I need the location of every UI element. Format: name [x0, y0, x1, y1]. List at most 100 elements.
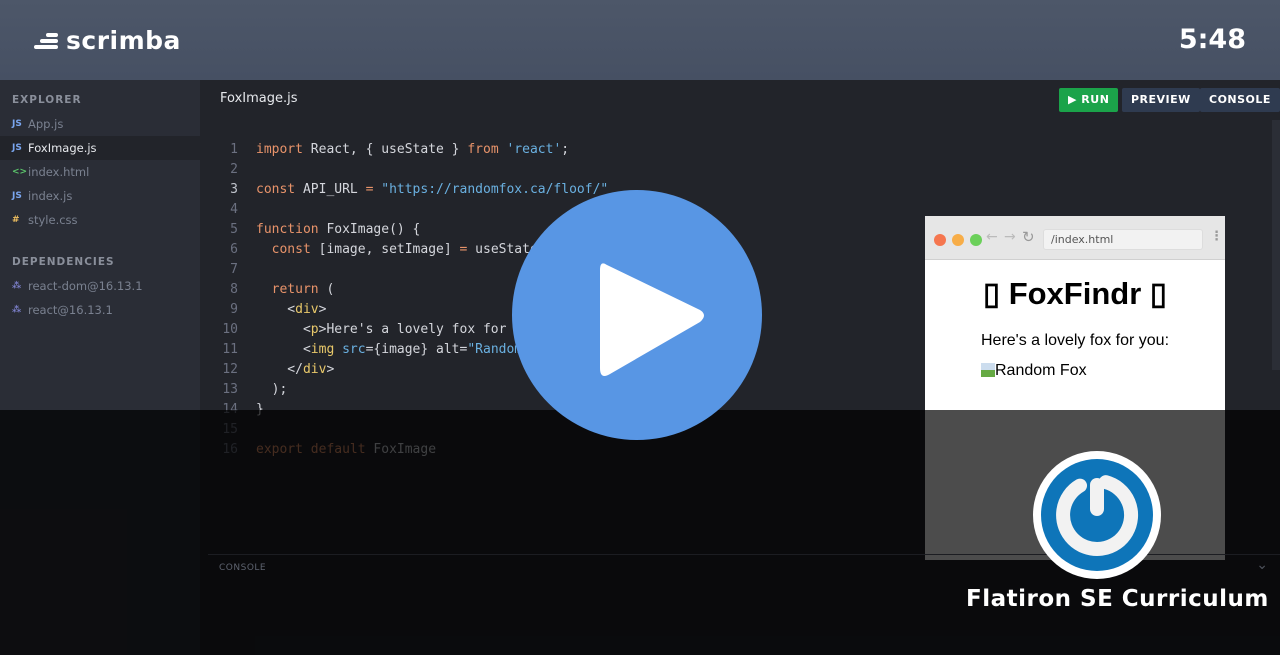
- dependency-item[interactable]: ⁂ react@16.13.1: [0, 298, 200, 322]
- flatiron-logo-icon: [1033, 451, 1161, 579]
- console-label: CONSOLE: [219, 563, 267, 573]
- code-token: img: [310, 342, 335, 357]
- line-number: 11: [222, 342, 238, 357]
- broken-image-icon: [981, 363, 995, 377]
- code-token: return: [271, 282, 319, 297]
- preview-button[interactable]: PREVIEW: [1122, 88, 1200, 112]
- line-number: 7: [230, 262, 238, 277]
- code-token: API_URL: [295, 182, 366, 197]
- close-dot-icon: [934, 234, 946, 246]
- code-text: </div>: [238, 360, 334, 380]
- html-file-icon: <>: [12, 167, 28, 177]
- line-number: 3: [230, 182, 238, 197]
- forward-arrow-icon[interactable]: →: [1004, 229, 1016, 245]
- package-icon: ⁂: [12, 281, 22, 291]
- css-file-icon: #: [12, 215, 20, 225]
- code-token: p: [310, 322, 319, 337]
- file-app-js[interactable]: JS App.js: [0, 112, 200, 136]
- line-number: 6: [230, 242, 238, 257]
- code-text: function FoxImage() {: [238, 220, 420, 240]
- line-number: 4: [230, 202, 238, 217]
- file-name: index.html: [28, 165, 90, 179]
- broken-image: Random Fox: [981, 362, 1225, 380]
- console-button[interactable]: CONSOLE: [1200, 88, 1280, 112]
- logo-text: scrimba: [66, 26, 181, 55]
- code-token: [image, setImage]: [310, 242, 460, 257]
- play-icon: [600, 263, 704, 376]
- line-number: 1: [230, 142, 238, 157]
- code-token: import: [256, 142, 303, 157]
- url-bar[interactable]: /index.html: [1043, 229, 1203, 250]
- file-foximage-js[interactable]: JS FoxImage.js: [0, 136, 200, 160]
- file-name: index.js: [28, 189, 73, 203]
- back-arrow-icon[interactable]: ←: [986, 229, 998, 245]
- header: scrimba 5:48: [0, 0, 1280, 80]
- js-file-icon: JS: [12, 119, 22, 129]
- code-token: <: [256, 322, 311, 337]
- play-button[interactable]: [512, 190, 762, 440]
- code-token: >: [326, 362, 335, 377]
- line-number: 2: [230, 162, 238, 177]
- code-token: >: [318, 302, 327, 317]
- code-token: src: [334, 342, 366, 357]
- js-file-icon: JS: [12, 143, 22, 153]
- code-token: div: [295, 302, 319, 317]
- menu-dots-icon[interactable]: ⋮: [1210, 229, 1223, 244]
- code-token: from: [467, 142, 499, 157]
- file-style-css[interactable]: # style.css: [0, 208, 200, 232]
- code-token: const: [271, 242, 311, 257]
- line-number: 10: [222, 322, 238, 337]
- code-text: <div>: [238, 300, 326, 320]
- preview-text: Here's a lovely fox for you:: [981, 332, 1170, 349]
- run-button[interactable]: ▶ RUN: [1059, 88, 1119, 112]
- package-icon: ⁂: [12, 305, 22, 315]
- explorer-heading: EXPLORER: [12, 94, 82, 106]
- code-token: React, { useState }: [302, 142, 468, 157]
- dependency-name: react@16.13.1: [28, 303, 113, 317]
- code-token: function: [256, 222, 319, 237]
- editor-filename[interactable]: FoxImage.js: [220, 91, 298, 106]
- code-token: ={image} alt=: [365, 342, 468, 357]
- editor-scrollbar[interactable]: [1272, 120, 1280, 370]
- code-token: div: [302, 362, 327, 377]
- maximize-dot-icon: [970, 234, 982, 246]
- preview-title: ▯ FoxFindr ▯: [983, 276, 1167, 311]
- editor-tabbar: FoxImage.js ▶ RUN PREVIEW CONSOLE: [200, 80, 1280, 120]
- file-index-html[interactable]: <> index.html: [0, 160, 200, 184]
- dependency-name: react-dom@16.13.1: [28, 279, 143, 293]
- chevron-down-icon[interactable]: ⌄: [1256, 557, 1268, 573]
- scrimba-logo[interactable]: scrimba: [34, 26, 181, 55]
- code-token: const: [256, 182, 296, 197]
- code-text: return (: [238, 280, 335, 300]
- code-text: import React, { useState } from 'react';: [238, 140, 569, 160]
- file-index-js[interactable]: JS index.js: [0, 184, 200, 208]
- play-icon: ▶: [1068, 93, 1082, 106]
- dependency-item[interactable]: ⁂ react-dom@16.13.1: [0, 274, 200, 298]
- code-token: ;: [561, 142, 570, 157]
- code-text: );: [238, 380, 288, 400]
- timer: 5:48: [1178, 24, 1246, 55]
- brand-name: Flatiron SE Curriculum: [966, 586, 1269, 612]
- js-file-icon: JS: [12, 191, 22, 201]
- code-token: <: [256, 342, 311, 357]
- code-token: );: [256, 382, 288, 397]
- reload-icon[interactable]: ↻: [1022, 228, 1035, 246]
- dependencies-heading: DEPENDENCIES: [12, 256, 115, 268]
- file-name: App.js: [28, 117, 64, 131]
- file-name: FoxImage.js: [28, 141, 97, 155]
- code-token: FoxImage() {: [318, 222, 421, 237]
- line-number: 9: [230, 302, 238, 317]
- code-token: 'react': [506, 142, 562, 157]
- line-number: 13: [222, 382, 238, 397]
- preview-toolbar: ← → ↻ /index.html ⋮: [925, 216, 1225, 260]
- code-line: 2: [200, 160, 608, 180]
- code-token: <: [256, 302, 296, 317]
- scrimba-logo-icon: [34, 32, 58, 50]
- line-number: 5: [230, 222, 238, 237]
- minimize-dot-icon: [952, 234, 964, 246]
- line-number: 12: [222, 362, 238, 377]
